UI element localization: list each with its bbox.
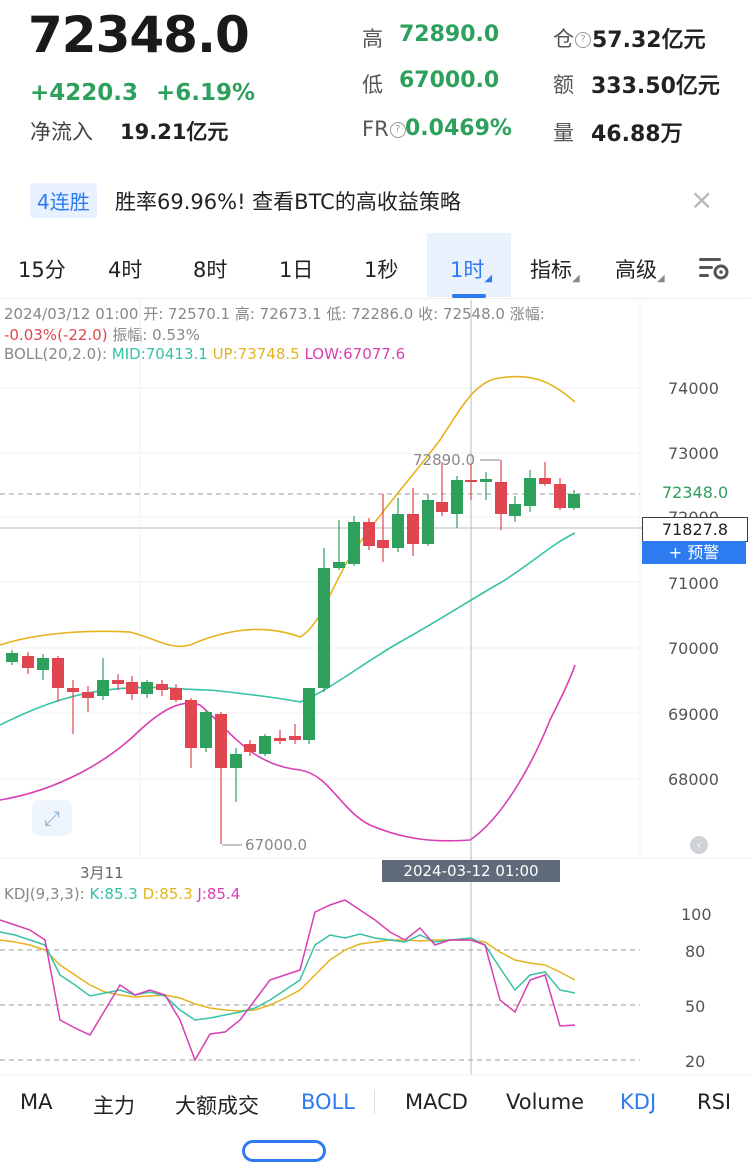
indicator-tab-large-orders[interactable]: 大额成交 (175, 1090, 259, 1120)
high-marker-label: 72890.0 (413, 451, 476, 469)
low-marker-label: 67000.0 (245, 836, 308, 854)
scroll-left-icon[interactable]: ‹ (690, 836, 708, 854)
price-axis-label: 70000 (668, 639, 719, 658)
kdj-axis-label: 100 (681, 905, 712, 924)
kdj-axis-label: 20 (685, 1052, 706, 1071)
candlestick-chart[interactable] (0, 0, 750, 1148)
date-axis-label: 3月11 (80, 864, 124, 882)
indicator-tab-ma[interactable]: MA (20, 1090, 52, 1114)
kdj-axis-label: 50 (685, 997, 706, 1016)
kdj-axis-label: 80 (685, 942, 706, 961)
price-axis-label: 73000 (668, 444, 719, 463)
current-price-tag: 72348.0 (662, 483, 729, 502)
crosshair-price-tag: 71827.8 (642, 517, 748, 542)
indicator-tab-volume[interactable]: Volume (506, 1090, 584, 1114)
indicator-tab-rsi[interactable]: RSI (697, 1090, 731, 1114)
price-axis-label: 69000 (668, 705, 719, 724)
indicator-tab-boll[interactable]: BOLL (301, 1090, 355, 1114)
indicator-tab-main-force[interactable]: 主力 (93, 1090, 135, 1120)
price-axis-label: 68000 (668, 770, 719, 789)
home-indicator (242, 1140, 326, 1162)
expand-icon[interactable]: ⤢ (32, 800, 72, 836)
crosshair-date-tag: 2024-03-12 01:00 (382, 860, 560, 882)
price-alert-button[interactable]: + 预警 (642, 541, 746, 564)
indicator-tab-macd[interactable]: MACD (405, 1090, 468, 1114)
price-axis-label: 74000 (668, 379, 719, 398)
divider (374, 1090, 375, 1114)
kdj-legend: KDJ(9,3,3): K:85.3 D:85.3 J:85.4 (4, 885, 241, 903)
indicator-tab-kdj[interactable]: KDJ (620, 1090, 656, 1114)
price-axis-label: 71000 (668, 574, 719, 593)
